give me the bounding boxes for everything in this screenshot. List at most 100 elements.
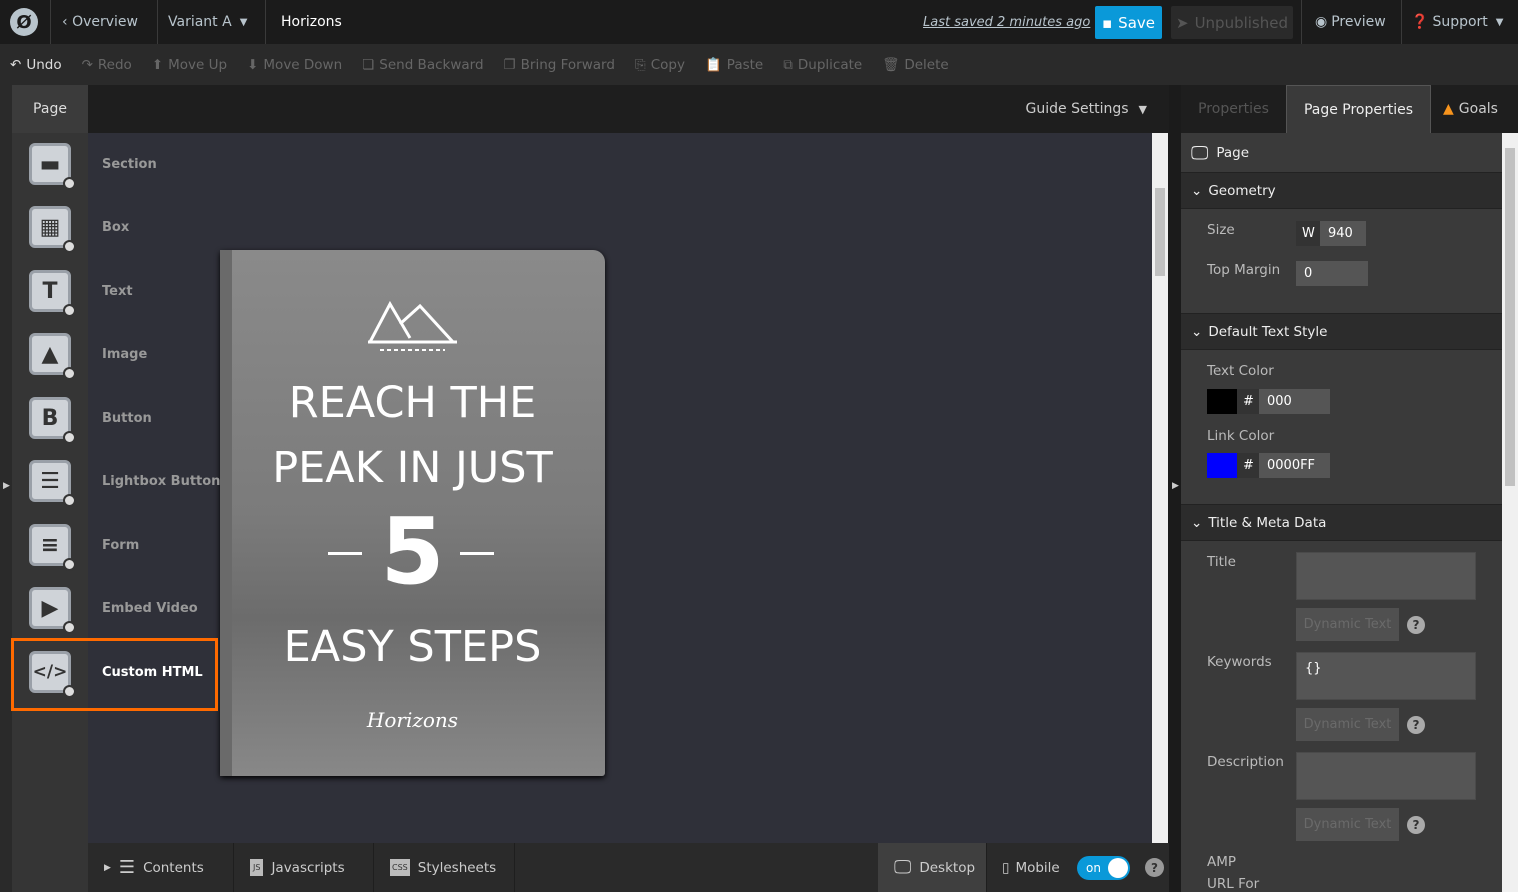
publish-button[interactable]: ➤ Unpublished (1171, 6, 1293, 39)
js-file-icon: JS (250, 859, 264, 876)
text-icon[interactable]: T (29, 270, 76, 317)
paste-icon: 📋 (704, 56, 722, 73)
last-saved-link[interactable]: Last saved 2 minutes ago (923, 0, 1090, 44)
help-icon[interactable]: ? (1407, 616, 1425, 634)
top-margin-input[interactable]: 0 (1296, 261, 1368, 286)
help-icon: ❓ (1411, 14, 1429, 30)
variant-dropdown[interactable]: Variant A ▼ (168, 0, 247, 44)
page-label: Page (1216, 145, 1250, 161)
element-lightbox-label[interactable]: Lightbox Button (102, 474, 220, 489)
publish-label: Unpublished (1194, 13, 1289, 32)
contents-button[interactable]: ▶ ☰ Contents (88, 843, 234, 892)
element-image-label[interactable]: Image (102, 347, 147, 362)
geometry-label: Geometry (1208, 182, 1276, 199)
image-icon[interactable]: ▲ (29, 333, 76, 380)
bring-forward-label: Bring Forward (520, 56, 615, 73)
keywords-dynamic-text-button[interactable]: Dynamic Text (1296, 708, 1399, 741)
undo-button[interactable]: ↶ Undo (10, 57, 62, 73)
ebook-cover-image[interactable]: REACH THE PEAK IN JUST 5 EASY STEPS Hori… (220, 250, 605, 776)
undo-label: Undo (26, 56, 62, 73)
logo-icon[interactable]: Ø (10, 0, 38, 44)
tab-page-properties[interactable]: Page Properties (1286, 85, 1431, 133)
preview-button[interactable]: ◉ Preview (1315, 0, 1386, 44)
element-button-label[interactable]: Button (102, 411, 152, 426)
send-backward-icon: ❏ (362, 56, 375, 73)
help-icon[interactable]: ? (1407, 716, 1425, 734)
save-button[interactable]: ▪ Save (1095, 6, 1162, 39)
arrow-up-icon: ⬆ (151, 56, 164, 73)
overview-link[interactable]: ‹ Overview (62, 0, 138, 44)
copy-button[interactable]: ⎘ Copy (635, 57, 685, 73)
element-text-label[interactable]: Text (102, 284, 133, 299)
duplicate-icon: ⧉ (783, 56, 793, 73)
text-color-input[interactable]: 000 (1259, 389, 1330, 414)
title-dynamic-text-button[interactable]: Dynamic Text (1296, 608, 1399, 641)
guide-settings-dropdown[interactable]: Guide Settings ▼ (1026, 85, 1147, 133)
javascripts-button[interactable]: JS Javascripts (234, 843, 374, 892)
element-section-label[interactable]: Section (102, 157, 157, 172)
keywords-textarea[interactable]: {} (1296, 652, 1476, 700)
section-icon[interactable]: ▬ (29, 143, 76, 190)
help-icon[interactable]: ? (1407, 816, 1425, 834)
element-custom-html-label[interactable]: Custom HTML (102, 665, 203, 680)
tab-page[interactable]: Page (12, 85, 88, 133)
form-icon[interactable]: ≡ (29, 524, 76, 571)
page-properties-panel: 🖵 Page ⌄ Geometry Size W 940 Top Margin 0 … (1181, 133, 1502, 892)
redo-button[interactable]: ↷ Redo (82, 57, 132, 73)
javascripts-label: Javascripts (271, 859, 345, 876)
tab-goals[interactable]: ▲ Goals (1443, 85, 1513, 133)
text-color-swatch[interactable] (1207, 389, 1237, 414)
geometry-section-toggle[interactable]: ⌄ Geometry (1181, 172, 1502, 209)
page-canvas[interactable]: REACH THE PEAK IN JUST 5 EASY STEPS Hori… (88, 133, 1152, 843)
guide-settings-label: Guide Settings (1025, 101, 1129, 117)
move-down-button[interactable]: ⬇ Move Down (247, 57, 342, 73)
delete-button[interactable]: 🗑 Delete (882, 57, 949, 73)
bring-forward-button[interactable]: ❐ Bring Forward (504, 57, 615, 73)
overview-label: Overview (72, 14, 138, 30)
title-textarea[interactable] (1296, 552, 1476, 600)
text-style-section-toggle[interactable]: ⌄ Default Text Style (1181, 313, 1502, 350)
lightbox-icon[interactable]: ☰ (29, 460, 76, 507)
bottom-bar: ▶ ☰ Contents JS Javascripts CSS Stylesheets … (88, 843, 1169, 892)
duplicate-button[interactable]: ⧉ Duplicate (783, 57, 862, 73)
description-dynamic-text-button[interactable]: Dynamic Text (1296, 808, 1399, 841)
link-color-input[interactable]: 0000FF (1259, 453, 1330, 478)
move-up-button[interactable]: ⬆ Move Up (152, 57, 227, 73)
link-color-swatch[interactable] (1207, 453, 1237, 478)
stylesheets-button[interactable]: CSS Stylesheets (374, 843, 515, 892)
support-dropdown[interactable]: ❓ Support ▼ (1411, 0, 1503, 44)
redo-icon: ↷ (81, 56, 93, 73)
redo-label: Redo (97, 56, 132, 73)
tab-properties[interactable]: Properties (1181, 85, 1286, 133)
meta-section-toggle[interactable]: ⌄ Title & Meta Data (1181, 504, 1502, 541)
chevron-down-icon: ⌄ (1191, 182, 1203, 199)
element-form-label[interactable]: Form (102, 538, 139, 553)
description-label: Description (1207, 754, 1284, 770)
goals-label: Goals (1458, 101, 1498, 117)
right-collapse-handle[interactable]: ▶ (1169, 85, 1181, 892)
video-icon[interactable]: ▶ (29, 587, 76, 634)
width-input[interactable]: 940 (1320, 221, 1366, 246)
element-video-label[interactable]: Embed Video (102, 601, 198, 616)
code-icon[interactable]: </> (29, 651, 76, 698)
paste-button[interactable]: 📋 Paste (705, 57, 763, 73)
send-backward-button[interactable]: ❏ Send Backward (362, 57, 483, 73)
send-backward-label: Send Backward (379, 56, 484, 73)
button-icon[interactable]: B (29, 397, 76, 444)
mobile-view-button[interactable]: ▯ Mobile (1002, 843, 1060, 892)
properties-scrollbar[interactable] (1502, 133, 1518, 892)
chevron-down-icon: ⌄ (1191, 323, 1203, 340)
desktop-view-button[interactable]: 🖵 Desktop (878, 843, 987, 892)
top-margin-label: Top Margin (1207, 262, 1281, 278)
canvas-scrollbar[interactable] (1152, 133, 1168, 843)
left-collapse-handle[interactable]: ▶ (0, 85, 12, 892)
book-brand: Horizons (366, 708, 459, 732)
caret-down-icon: ▼ (1138, 102, 1147, 116)
duplicate-label: Duplicate (797, 56, 863, 73)
box-icon[interactable]: ▦ (29, 206, 76, 253)
mobile-toggle[interactable]: on (1077, 856, 1130, 880)
help-icon[interactable]: ? (1145, 858, 1164, 877)
book-headline-line2: PEAK IN JUST (272, 443, 553, 493)
description-textarea[interactable] (1296, 752, 1476, 800)
element-box-label[interactable]: Box (102, 220, 129, 235)
